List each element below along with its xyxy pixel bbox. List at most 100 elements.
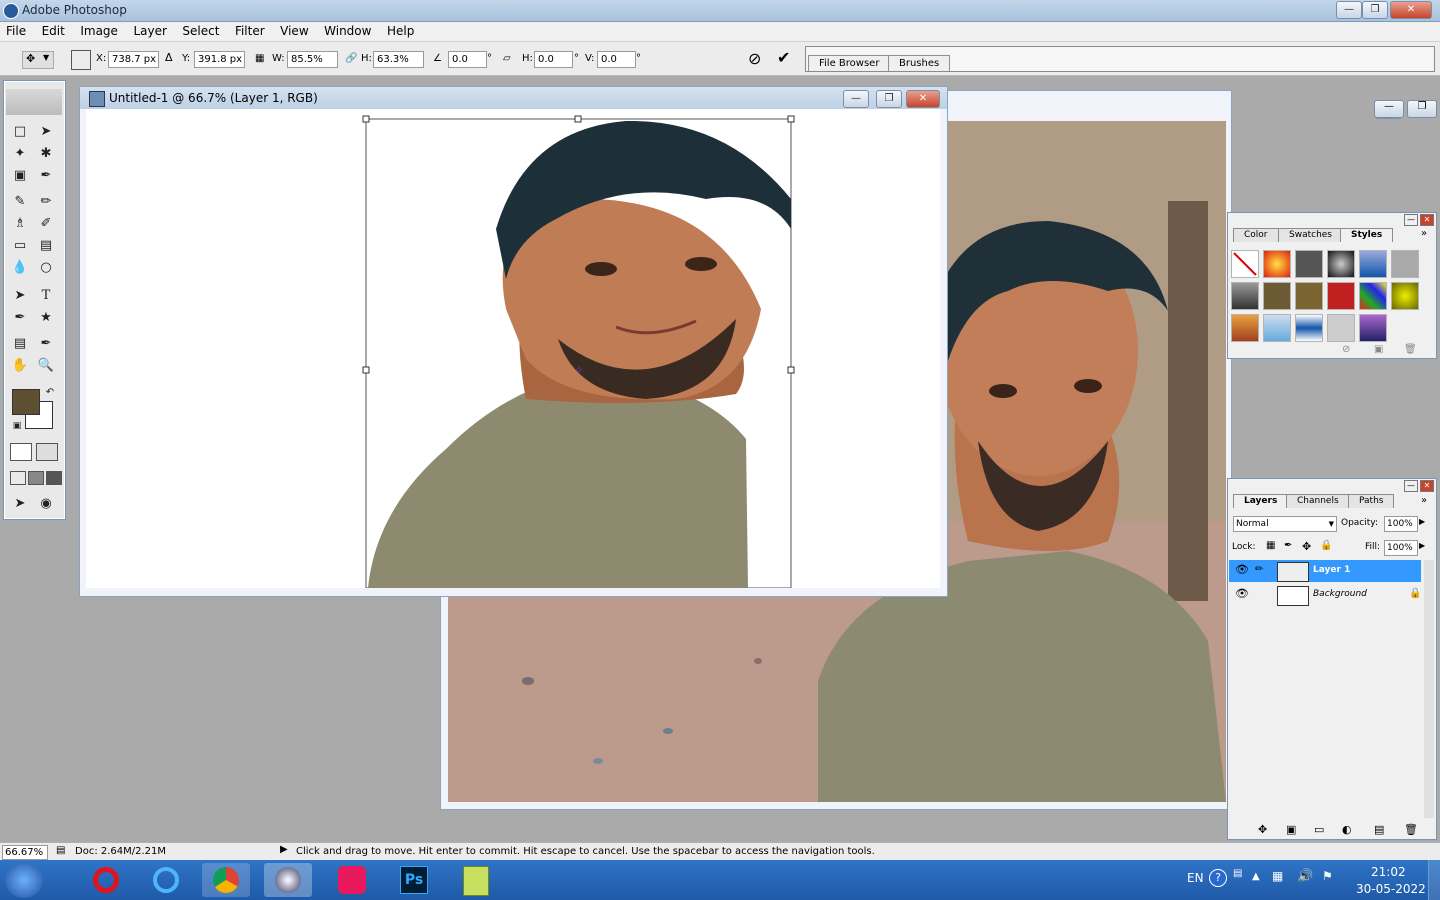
fill-field[interactable]: 100%	[1384, 540, 1418, 556]
show-hidden-icons-icon[interactable]: ▲	[1252, 871, 1260, 882]
layers-scrollbar[interactable]	[1424, 560, 1434, 818]
commit-transform-icon[interactable]: ✔	[777, 48, 790, 67]
link-icon[interactable]: 🔗	[345, 53, 357, 64]
layer-row-layer1[interactable]: 👁 ✏ Layer 1	[1229, 560, 1421, 582]
style-swatch[interactable]	[1263, 250, 1291, 278]
adjustment-layer-icon[interactable]: ◐	[1342, 823, 1352, 836]
show-desktop-button[interactable]	[1428, 860, 1440, 900]
reference-point-icon[interactable]	[71, 50, 91, 70]
photoshop-taskbar-icon[interactable]	[264, 863, 312, 897]
style-swatch[interactable]	[1359, 250, 1387, 278]
crop-tool-icon[interactable]: ▣	[10, 167, 30, 185]
start-button[interactable]	[5, 862, 43, 898]
doc-restore-button[interactable]: ❐	[876, 90, 902, 108]
angle-field[interactable]: 0.0	[448, 51, 487, 68]
close-button[interactable]: ✕	[1390, 1, 1432, 19]
type-tool-icon[interactable]: T	[36, 287, 56, 305]
doc2-restore-button[interactable]: ❐	[1407, 100, 1437, 118]
app-icon[interactable]	[328, 863, 376, 897]
layer-row-background[interactable]: 👁 Background 🔒	[1229, 584, 1421, 606]
default-colors-icon[interactable]: ▣	[7, 417, 27, 435]
panel-menu-icon[interactable]: »	[1421, 228, 1427, 239]
opera-icon[interactable]	[82, 863, 130, 897]
layer-style-icon[interactable]: ✥	[1258, 823, 1267, 836]
status-menu-arrow-icon[interactable]: ▶	[280, 844, 288, 855]
tab-styles[interactable]: Styles	[1340, 228, 1394, 242]
zoom-field[interactable]: 66.67%	[2, 845, 48, 860]
lock-all-icon[interactable]: 🔒	[1320, 540, 1332, 551]
style-swatch[interactable]	[1327, 250, 1355, 278]
clone-stamp-tool-icon[interactable]: ♗	[10, 215, 30, 233]
x-field[interactable]: 738.7 px	[108, 51, 159, 68]
screen-mode-full-menu-button[interactable]	[28, 471, 44, 485]
style-swatch[interactable]	[1327, 314, 1355, 342]
history-brush-tool-icon[interactable]: ✐	[36, 215, 56, 233]
menu-file[interactable]: File	[0, 22, 32, 38]
doc-close-button[interactable]: ✕	[906, 90, 940, 108]
opacity-field[interactable]: 100%	[1384, 516, 1418, 532]
new-group-icon[interactable]: ▭	[1314, 823, 1324, 836]
style-swatch[interactable]	[1359, 282, 1387, 310]
panel-minimize-icon[interactable]: —	[1404, 214, 1418, 226]
style-swatch[interactable]	[1263, 282, 1291, 310]
brush-tool-icon[interactable]: ✏	[36, 193, 56, 211]
path-selection-tool-icon[interactable]: ➤	[10, 287, 30, 305]
panel-close-icon[interactable]: ✕	[1420, 214, 1434, 226]
delete-style-icon[interactable]: 🗑	[1404, 344, 1417, 355]
screen-mode-standard-button[interactable]	[10, 471, 26, 485]
action-center-icon[interactable]: ⚑	[1322, 869, 1333, 883]
doc-minimize-button[interactable]: —	[843, 90, 869, 108]
new-style-icon[interactable]: ▣	[1374, 344, 1383, 355]
file-browser-tab[interactable]: File Browser	[808, 55, 891, 71]
document-canvas[interactable]: ✧	[86, 109, 940, 588]
clock-time[interactable]: 21:02	[1371, 865, 1406, 879]
notepad-icon[interactable]	[452, 863, 500, 897]
style-swatch[interactable]	[1295, 282, 1323, 310]
eyedropper-tool-icon[interactable]: ✒	[36, 335, 56, 353]
y-field[interactable]: 391.8 px	[194, 51, 245, 68]
chrome-icon[interactable]	[202, 863, 250, 897]
brushes-tab[interactable]: Brushes	[888, 55, 951, 71]
lasso-tool-icon[interactable]: ✦	[10, 145, 30, 163]
eraser-tool-icon[interactable]: ▭	[10, 237, 30, 255]
clear-style-icon[interactable]: ⊘	[1342, 344, 1350, 355]
style-swatch[interactable]	[1327, 282, 1355, 310]
delta-icon[interactable]: Δ	[165, 51, 173, 64]
style-swatch[interactable]	[1359, 314, 1387, 342]
delete-layer-icon[interactable]: 🗑	[1404, 823, 1418, 836]
tab-color[interactable]: Color	[1233, 228, 1279, 242]
jump-to-imageready-icon[interactable]: ➤	[10, 495, 30, 513]
layer-mask-icon[interactable]: ▣	[1286, 823, 1296, 836]
eye-icon[interactable]: 👁	[1235, 563, 1249, 576]
eye-icon[interactable]: 👁	[1235, 587, 1249, 600]
healing-brush-tool-icon[interactable]: ✎	[10, 193, 30, 211]
notes-tool-icon[interactable]: ▤	[10, 335, 30, 353]
language-indicator[interactable]: EN	[1187, 871, 1204, 885]
doc2-minimize-button[interactable]: —	[1374, 100, 1404, 118]
custom-shape-tool-icon[interactable]: ★	[36, 309, 56, 327]
style-swatch[interactable]	[1295, 250, 1323, 278]
panel-menu-icon[interactable]: »	[1421, 495, 1427, 506]
menu-view[interactable]: View	[274, 22, 314, 38]
panel-close-icon[interactable]: ✕	[1420, 480, 1434, 492]
fill-slider-arrow[interactable]: ▶	[1419, 541, 1425, 550]
opacity-slider-arrow[interactable]: ▶	[1419, 517, 1425, 526]
minimize-button[interactable]: —	[1336, 1, 1362, 19]
cancel-transform-icon[interactable]: ⊘	[748, 49, 761, 68]
menu-filter[interactable]: Filter	[229, 22, 271, 38]
style-swatch[interactable]	[1231, 314, 1259, 342]
blend-mode-select[interactable]: Normal ▼	[1233, 516, 1337, 532]
restore-button[interactable]: ❐	[1362, 1, 1388, 19]
tab-layers[interactable]: Layers	[1233, 494, 1289, 508]
menu-image[interactable]: Image	[74, 22, 124, 38]
tab-swatches[interactable]: Swatches	[1278, 228, 1343, 242]
menu-select[interactable]: Select	[176, 22, 225, 38]
zoom-tool-icon[interactable]: 🔍	[36, 357, 56, 375]
clock-date[interactable]: 30-05-2022	[1356, 882, 1426, 896]
marquee-tool-icon[interactable]: □	[10, 123, 30, 141]
new-layer-icon[interactable]: ▤	[1374, 823, 1384, 836]
volume-icon[interactable]: 🔊	[1297, 869, 1313, 884]
document-title-bar[interactable]: Untitled-1 @ 66.7% (Layer 1, RGB) — ❐ ✕	[80, 87, 947, 109]
style-swatch[interactable]	[1263, 314, 1291, 342]
panel-minimize-icon[interactable]: —	[1404, 480, 1418, 492]
